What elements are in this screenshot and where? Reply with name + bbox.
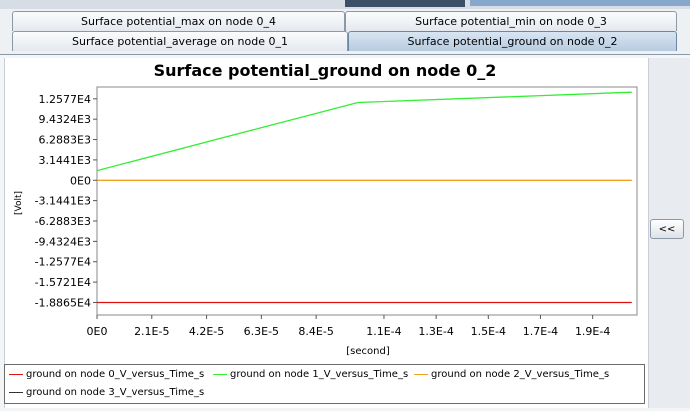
legend-label: ground on node 3_V_versus_Time_s xyxy=(26,387,205,398)
tab-surface-potential-max[interactable]: Surface potential_max on node 0_4 xyxy=(12,11,345,31)
legend-swatch xyxy=(9,391,23,393)
legend-label: ground on node 2_V_versus_Time_s xyxy=(431,369,610,380)
collapse-button[interactable]: << xyxy=(650,219,684,239)
tab-surface-potential-average[interactable]: Surface potential_average on node 0_1 xyxy=(12,31,348,51)
legend-swatch xyxy=(213,373,227,375)
legend-swatch xyxy=(9,373,23,375)
legend-label: ground on node 1_V_versus_Time_s xyxy=(230,369,409,380)
legend-item-node-3: ground on node 3_V_versus_Time_s xyxy=(9,386,204,400)
window-top-dark-segment xyxy=(345,0,465,7)
tab-surface-potential-ground[interactable]: Surface potential_ground on node 0_2 xyxy=(348,31,677,51)
legend-label: ground on node 0_V_versus_Time_s xyxy=(26,369,205,380)
legend-item-node-2: ground on node 2_V_versus_Time_s xyxy=(414,368,609,382)
tab-strip: Surface potential_max on node 0_4 Surfac… xyxy=(0,9,690,55)
legend-swatch xyxy=(414,373,428,375)
tab-surface-potential-min[interactable]: Surface potential_min on node 0_3 xyxy=(345,11,677,31)
legend-item-node-1: ground on node 1_V_versus_Time_s xyxy=(213,368,408,382)
chart-area xyxy=(4,58,649,408)
window-top-strip xyxy=(0,0,690,9)
chart-legend: ground on node 0_V_versus_Time_s ground … xyxy=(4,364,645,404)
legend-item-node-0: ground on node 0_V_versus_Time_s xyxy=(9,368,204,382)
window-top-blue-segment xyxy=(470,0,690,6)
